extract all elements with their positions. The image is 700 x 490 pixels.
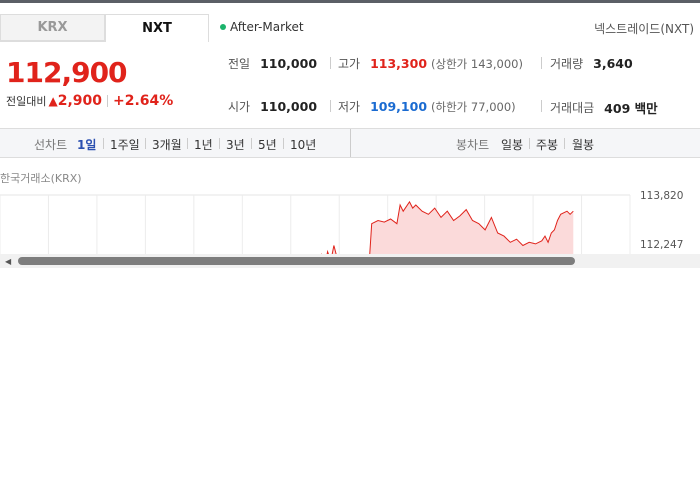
divider [529, 138, 530, 149]
stat-label: 시가 [228, 100, 251, 114]
price-change: 전일대비 ▲ 2,900 +2.64% [6, 93, 173, 109]
divider [103, 138, 104, 149]
tab-krx[interactable]: KRX [0, 14, 105, 41]
stat-value: 110,000 [260, 99, 318, 114]
stat-value: 409 백만 [604, 101, 658, 116]
chart-controls: 선차트 1일 1주일 3개월 1년 3년 5년 10년 봉차트 일봉 주봉 월봉 [0, 128, 700, 158]
stat-value: 110,000 [260, 56, 318, 71]
stat-low: 저가 109,100 (하한가 77,000) [338, 98, 516, 115]
stat-prev-close: 전일 110,000 [228, 55, 317, 72]
stat-value: 3,640 [593, 56, 633, 71]
price-chart: 113,820 112,247 [0, 190, 683, 256]
stat-turnover: 거래대금 409 백만 [550, 98, 658, 117]
horizontal-scrollbar[interactable]: ◀ [0, 254, 700, 268]
period-daily[interactable]: 일봉 [501, 136, 523, 153]
market-link[interactable]: 넥스트레이드(NXT) [594, 20, 694, 37]
candle-chart-label: 봉차트 [456, 138, 490, 152]
line-chart-label: 선차트 [34, 138, 68, 152]
divider [145, 138, 146, 149]
stat-label: 고가 [338, 57, 361, 71]
tab-underline [0, 41, 105, 42]
scroll-left-arrow-icon[interactable]: ◀ [5, 257, 11, 266]
upper-limit: (상한가 143,000) [431, 56, 523, 71]
stat-volume: 거래량 3,640 [550, 55, 633, 72]
stat-open: 시가 110,000 [228, 98, 317, 115]
stat-value: 113,300 [370, 56, 428, 71]
period-1d[interactable]: 1일 [77, 136, 96, 153]
tab-nxt[interactable]: NXT [105, 14, 209, 42]
divider [564, 138, 565, 149]
current-price: 112,900 [6, 56, 128, 89]
divider [330, 100, 331, 112]
divider [541, 100, 542, 112]
divider [187, 138, 188, 149]
period-1y[interactable]: 1년 [194, 136, 213, 153]
divider [107, 95, 109, 107]
scrollbar-thumb[interactable] [18, 257, 575, 265]
divider [330, 57, 331, 69]
period-3y[interactable]: 3년 [226, 136, 245, 153]
stat-label: 거래대금 [550, 101, 595, 115]
stat-label: 저가 [338, 100, 361, 114]
period-1w[interactable]: 1주일 [110, 136, 140, 153]
stat-label: 전일 [228, 57, 251, 71]
period-10y[interactable]: 10년 [290, 136, 316, 153]
period-5y[interactable]: 5년 [258, 136, 277, 153]
up-triangle-icon: ▲ [48, 94, 58, 108]
period-monthly[interactable]: 월봉 [572, 136, 594, 153]
top-border [0, 0, 700, 3]
stat-high: 고가 113,300 (상한가 143,000) [338, 55, 523, 72]
price-area [315, 201, 574, 256]
divider [541, 57, 542, 69]
stat-label: 거래량 [550, 57, 584, 71]
change-label: 전일대비 [6, 95, 47, 108]
session-label: After-Market [230, 20, 304, 34]
change-amount: 2,900 [57, 93, 103, 109]
chart-source: 한국거래소(KRX) [0, 172, 82, 185]
change-percent: +2.64% [113, 93, 174, 109]
section-divider [350, 129, 351, 157]
divider [219, 138, 220, 149]
y-tick-label: 112,247 [640, 239, 683, 251]
y-tick-label: 113,820 [640, 190, 683, 202]
period-3m[interactable]: 3개월 [152, 136, 182, 153]
session-indicator: After-Market [220, 20, 304, 34]
period-weekly[interactable]: 주봉 [536, 136, 558, 153]
divider [251, 138, 252, 149]
stat-value: 109,100 [370, 99, 428, 114]
divider [283, 138, 284, 149]
lower-limit: (하한가 77,000) [431, 99, 516, 114]
status-dot-icon [220, 24, 226, 30]
